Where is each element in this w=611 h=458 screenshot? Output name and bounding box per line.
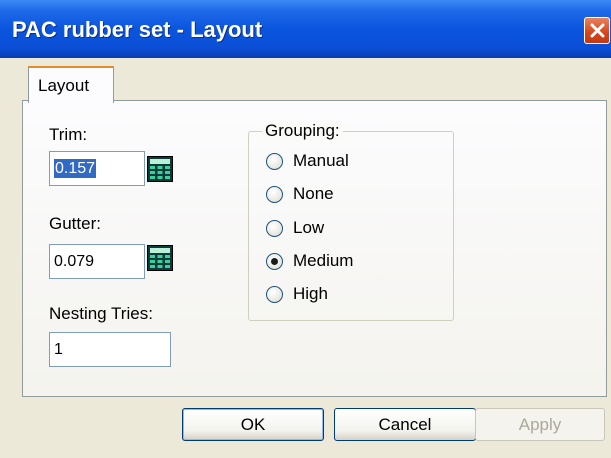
cancel-button[interactable]: Cancel: [334, 408, 476, 441]
radio-indicator: [266, 153, 283, 170]
tab-layout[interactable]: Layout: [28, 66, 114, 103]
radio-label: None: [293, 184, 334, 203]
window-title: PAC rubber set - Layout: [12, 17, 263, 42]
grouping-legend: Grouping:: [262, 121, 343, 141]
close-icon: [590, 23, 605, 38]
radio-indicator: [266, 220, 283, 237]
title-bar[interactable]: PAC rubber set - Layout: [0, 0, 611, 58]
radio-label: High: [293, 284, 328, 303]
gutter-input[interactable]: 0.079: [49, 244, 145, 279]
radio-indicator: [266, 186, 283, 203]
radio-label: Low: [293, 218, 325, 237]
trim-value: 0.157: [54, 159, 97, 178]
calculator-icon[interactable]: [147, 245, 173, 271]
radio-indicator: [266, 253, 283, 270]
close-button[interactable]: [584, 17, 610, 44]
nesting-tries-label: Nesting Tries:: [49, 304, 153, 323]
trim-label: Trim:: [49, 125, 88, 144]
apply-button[interactable]: Apply: [475, 408, 605, 441]
ok-button[interactable]: OK: [182, 408, 324, 441]
radio-label: Medium: [293, 251, 354, 270]
nesting-tries-input[interactable]: 1: [49, 332, 171, 367]
radio-label: Manual: [293, 151, 349, 170]
gutter-label: Gutter:: [49, 214, 101, 233]
calculator-icon[interactable]: [147, 156, 173, 182]
tab-layout-label: Layout: [38, 76, 90, 95]
dialog-window: PAC rubber set - Layout Layout Trim: 0.1…: [0, 0, 611, 458]
radio-indicator: [266, 286, 283, 303]
trim-input[interactable]: 0.157: [49, 151, 145, 186]
